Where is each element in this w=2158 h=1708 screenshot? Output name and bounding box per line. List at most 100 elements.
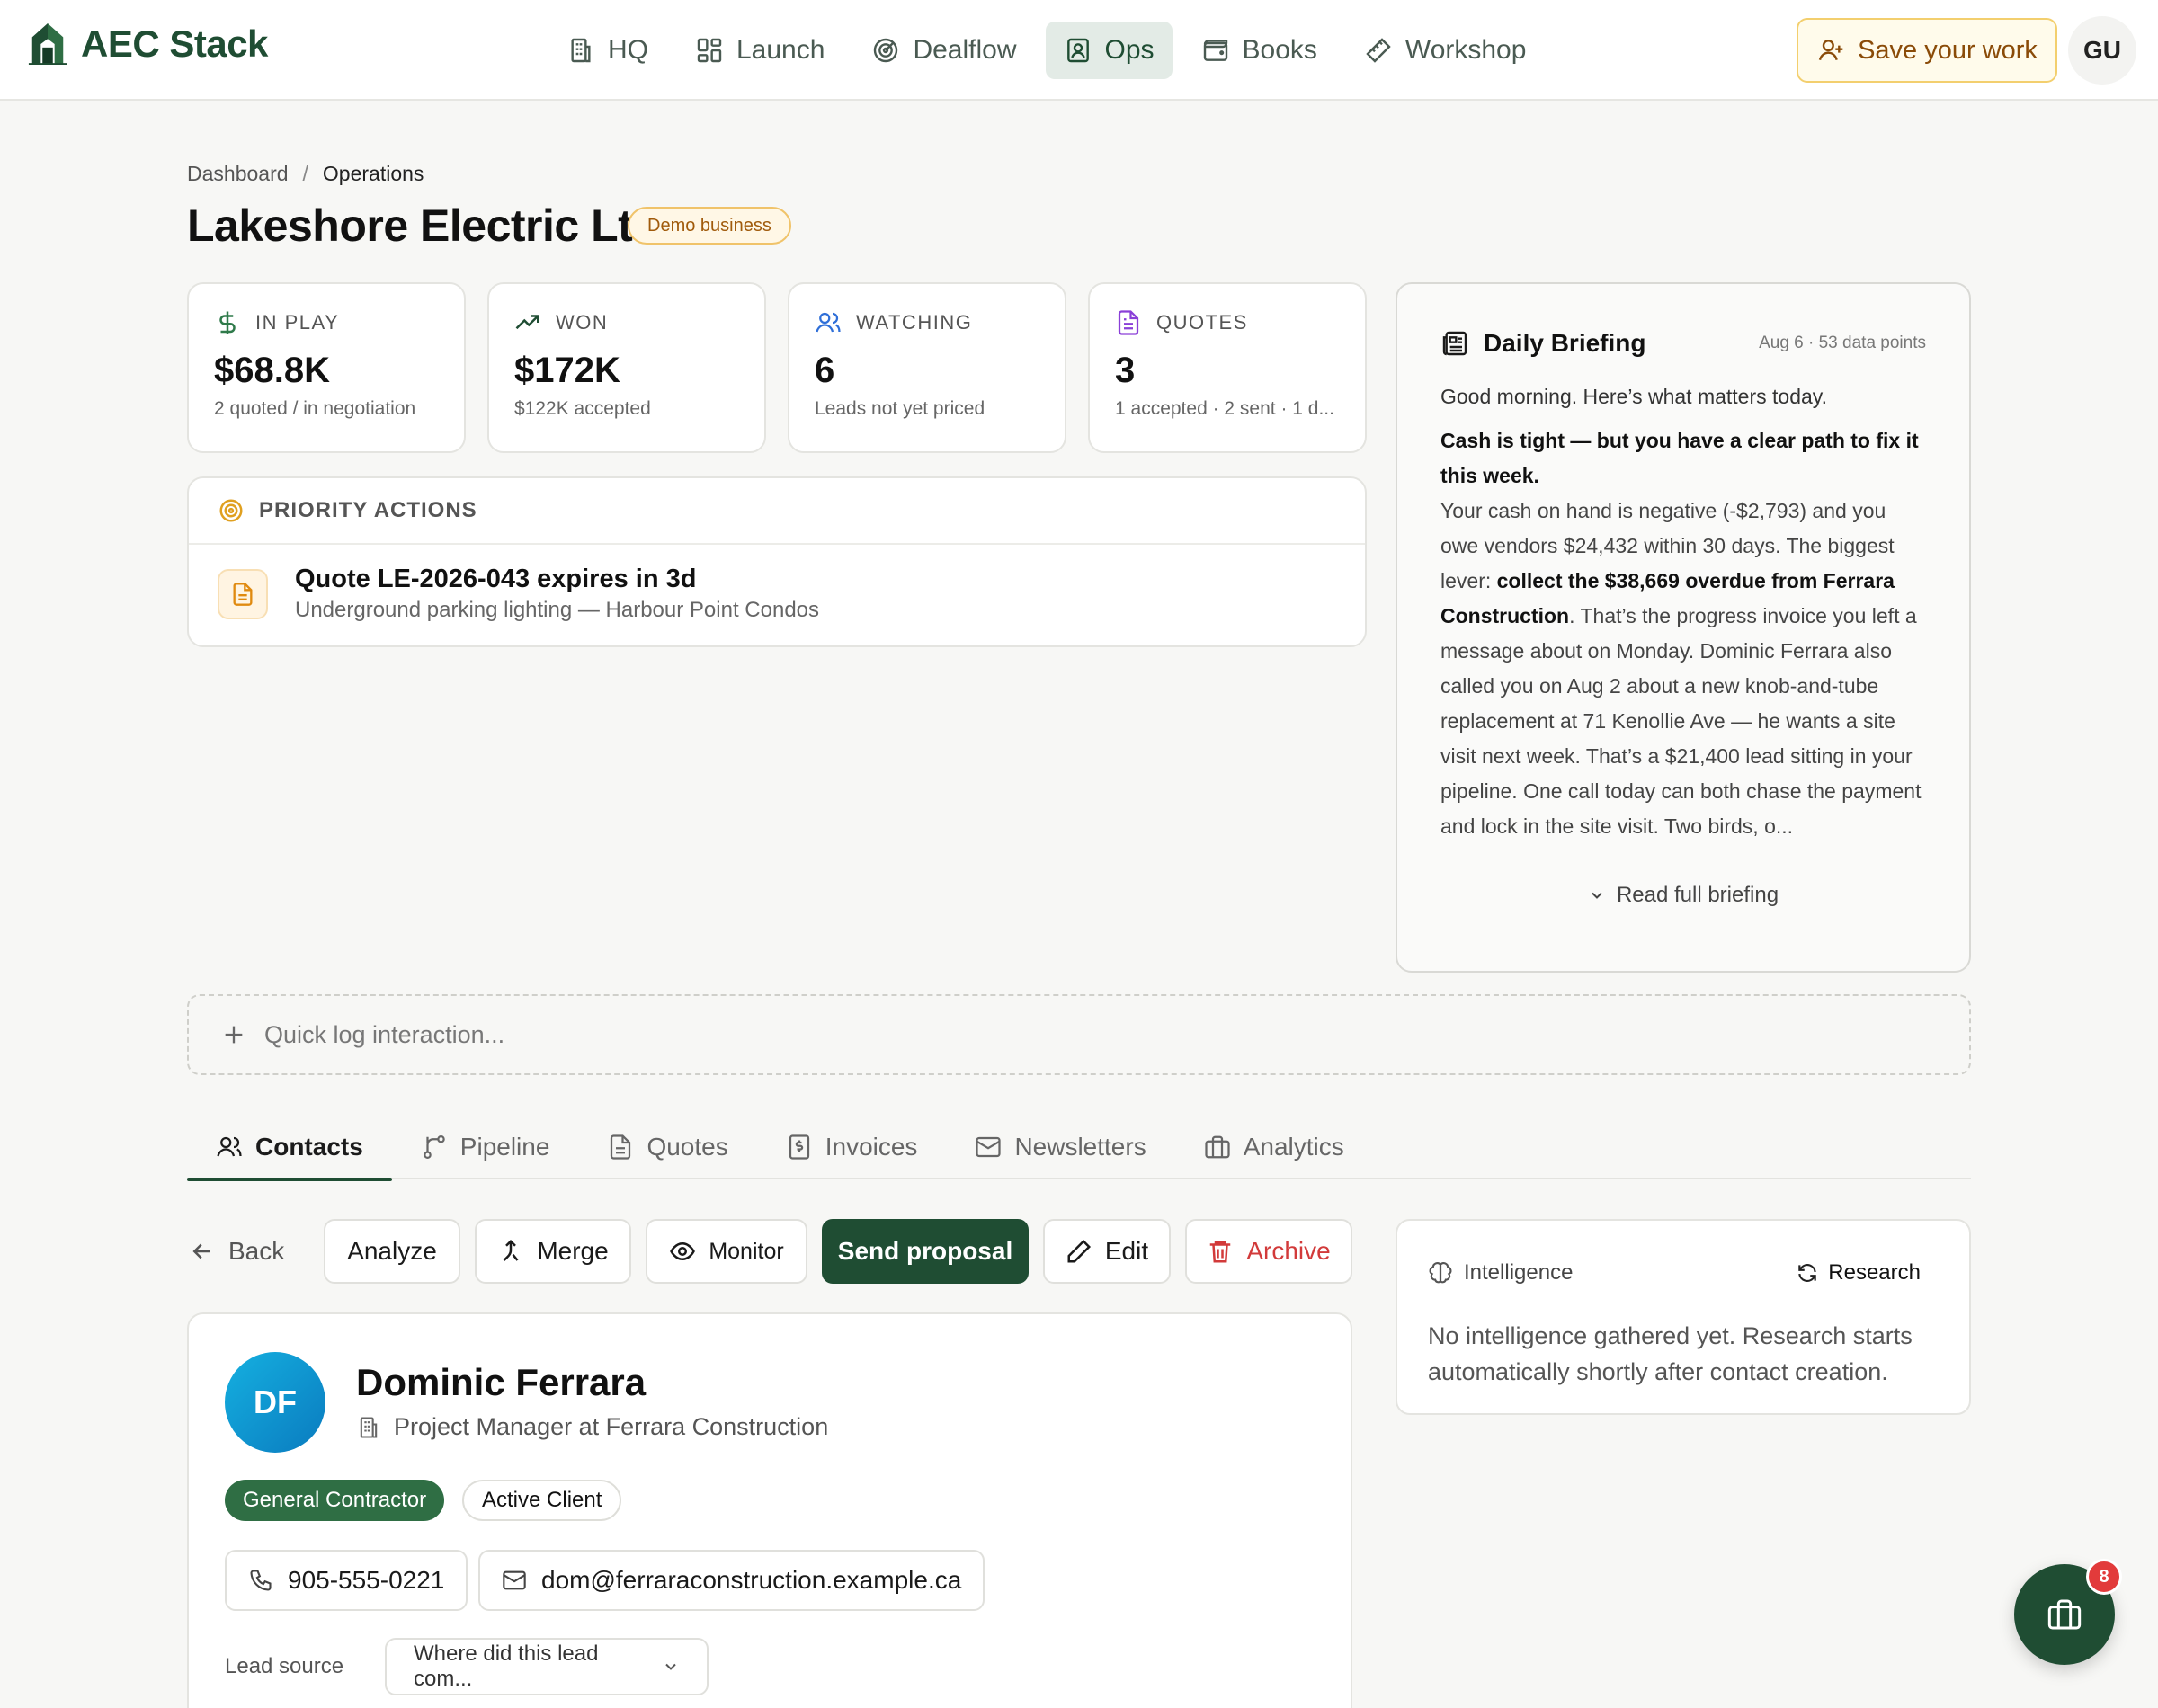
stat-value: $68.8K: [214, 351, 330, 390]
contact-role: Project Manager at Ferrara Construction: [356, 1413, 828, 1441]
stat-label: WON: [556, 311, 609, 334]
tab-contacts[interactable]: Contacts: [187, 1115, 392, 1181]
tab-label: Invoices: [825, 1133, 918, 1161]
tab-newsletters[interactable]: Newsletters: [946, 1115, 1174, 1179]
email-address: dom@ferraraconstruction.example.ca: [541, 1566, 962, 1594]
merge-label: Merge: [537, 1237, 609, 1265]
tab-quotes[interactable]: Quotes: [578, 1115, 756, 1179]
stat-value: 3: [1115, 351, 1136, 390]
tab-label: Newsletters: [1014, 1133, 1146, 1161]
briefing-greeting: Good morning. Here’s what matters today.: [1440, 385, 1827, 408]
nav-label: Launch: [736, 35, 825, 65]
tag-general-contractor[interactable]: General Contractor: [225, 1480, 445, 1521]
grid-icon: [695, 36, 724, 65]
mail-icon: [975, 1134, 1002, 1161]
tab-label: Quotes: [647, 1133, 728, 1161]
plus-icon: [221, 1022, 246, 1047]
tab-invoices[interactable]: Invoices: [757, 1115, 947, 1179]
content-tabs: Contacts Pipeline Quotes Invoices Newsle…: [187, 1115, 1971, 1181]
read-full-briefing-label: Read full briefing: [1616, 883, 1779, 907]
send-proposal-button[interactable]: Send proposal: [822, 1219, 1029, 1284]
tag-active-client[interactable]: Active Client: [462, 1480, 622, 1521]
document-icon: [607, 1134, 634, 1161]
top-navbar: AEC Stack HQ Launch Dealflow Ops Books W…: [0, 0, 2158, 101]
pencil-icon: [1066, 1238, 1092, 1265]
back-label: Back: [228, 1237, 285, 1265]
phone-number: 905-555-0221: [288, 1566, 445, 1594]
tab-analytics[interactable]: Analytics: [1175, 1115, 1373, 1179]
analyze-button[interactable]: Analyze: [324, 1219, 460, 1284]
edit-button[interactable]: Edit: [1043, 1219, 1171, 1284]
read-full-briefing-button[interactable]: Read full briefing: [1397, 883, 1969, 908]
quick-log-placeholder: Quick log interaction...: [264, 1020, 505, 1048]
nav-label: Ops: [1104, 35, 1155, 65]
ruler-icon: [1364, 36, 1393, 65]
brand-name: AEC Stack: [81, 22, 268, 65]
stat-card-watching[interactable]: WATCHING 6 Leads not yet priced: [788, 282, 1066, 453]
stat-card-in-play[interactable]: IN PLAY $68.8K 2 quoted / in negotiation: [187, 282, 466, 453]
research-button[interactable]: Research: [1796, 1260, 1921, 1285]
contact-icon: [1064, 36, 1092, 65]
nav-item-hq[interactable]: HQ: [548, 22, 666, 79]
nav-item-launch[interactable]: Launch: [677, 22, 843, 79]
back-button[interactable]: Back: [187, 1219, 286, 1284]
monitor-label: Monitor: [709, 1238, 784, 1264]
lead-source-select[interactable]: Where did this lead com...: [385, 1638, 709, 1695]
lead-source-placeholder: Where did this lead com...: [414, 1641, 599, 1691]
eye-icon: [669, 1238, 696, 1265]
briefing-meta: Aug 6 · 53 data points: [1759, 334, 1926, 352]
briefing-title: Daily Briefing: [1484, 329, 1646, 357]
stat-card-quotes[interactable]: QUOTES 3 1 accepted · 2 sent · 1 d...: [1088, 282, 1367, 453]
save-work-label: Save your work: [1858, 35, 2038, 65]
stat-subtext: 2 quoted / in negotiation: [214, 398, 416, 419]
stat-label: IN PLAY: [255, 311, 340, 334]
merge-button[interactable]: Merge: [475, 1219, 631, 1284]
briefing-body: Your cash on hand is negative (-$2,793) …: [1440, 499, 1922, 838]
stat-subtext: $122K accepted: [514, 398, 651, 419]
brand[interactable]: AEC Stack: [27, 22, 268, 67]
tab-pipeline[interactable]: Pipeline: [392, 1115, 579, 1179]
stat-label: QUOTES: [1156, 311, 1248, 334]
demo-badge: Demo business: [628, 207, 791, 245]
users-icon: [216, 1134, 243, 1161]
nav-item-books[interactable]: Books: [1183, 22, 1335, 79]
invoice-icon: [786, 1134, 813, 1161]
tab-label: Analytics: [1243, 1133, 1344, 1161]
briefcase-icon: [2047, 1597, 2082, 1632]
nav-item-workshop[interactable]: Workshop: [1346, 22, 1545, 79]
nav-label: Books: [1242, 35, 1317, 65]
user-plus-icon: [1816, 36, 1845, 65]
intelligence-empty-text: No intelligence gathered yet. Research s…: [1428, 1322, 1913, 1385]
stat-subtext: Leads not yet priced: [815, 398, 985, 419]
nav-label: HQ: [608, 35, 648, 65]
chevron-down-icon: [662, 1658, 680, 1676]
nav-item-dealflow[interactable]: Dealflow: [853, 22, 1034, 79]
radar-icon: [871, 36, 900, 65]
phone-icon: [248, 1568, 273, 1593]
phone-pill[interactable]: 905-555-0221: [225, 1550, 468, 1611]
email-pill[interactable]: dom@ferraraconstruction.example.ca: [478, 1550, 985, 1611]
notification-badge: 8: [2086, 1559, 2122, 1595]
trending-up-icon: [514, 309, 541, 336]
target-icon: [218, 497, 245, 524]
trash-icon: [1207, 1238, 1234, 1265]
user-avatar[interactable]: GU: [2068, 16, 2136, 85]
priority-item-title: Quote LE-2026-043 expires in 3d: [295, 565, 697, 593]
briefcase-icon: [1204, 1134, 1231, 1161]
priority-item[interactable]: Quote LE-2026-043 expires in 3d Undergro…: [189, 545, 1365, 643]
stat-card-won[interactable]: WON $172K $122K accepted: [487, 282, 766, 453]
quick-log-input[interactable]: Quick log interaction...: [187, 994, 1971, 1075]
nav-item-ops[interactable]: Ops: [1045, 22, 1173, 79]
stat-label: WATCHING: [856, 311, 973, 334]
monitor-button[interactable]: Monitor: [646, 1219, 807, 1284]
priority-item-subtitle: Underground parking lighting — Harbour P…: [295, 598, 820, 622]
refresh-icon: [1796, 1261, 1819, 1285]
priority-actions-panel: PRIORITY ACTIONS Quote LE-2026-043 expir…: [187, 476, 1367, 647]
save-work-button[interactable]: Save your work: [1797, 18, 2057, 83]
daily-briefing-panel: Daily Briefing Aug 6 · 53 data points Go…: [1396, 282, 1971, 973]
breadcrumb-dashboard[interactable]: Dashboard: [187, 162, 289, 186]
archive-button[interactable]: Archive: [1185, 1219, 1352, 1284]
dollar-icon: [214, 309, 241, 336]
archive-label: Archive: [1246, 1237, 1331, 1265]
priority-heading: PRIORITY ACTIONS: [259, 498, 477, 522]
